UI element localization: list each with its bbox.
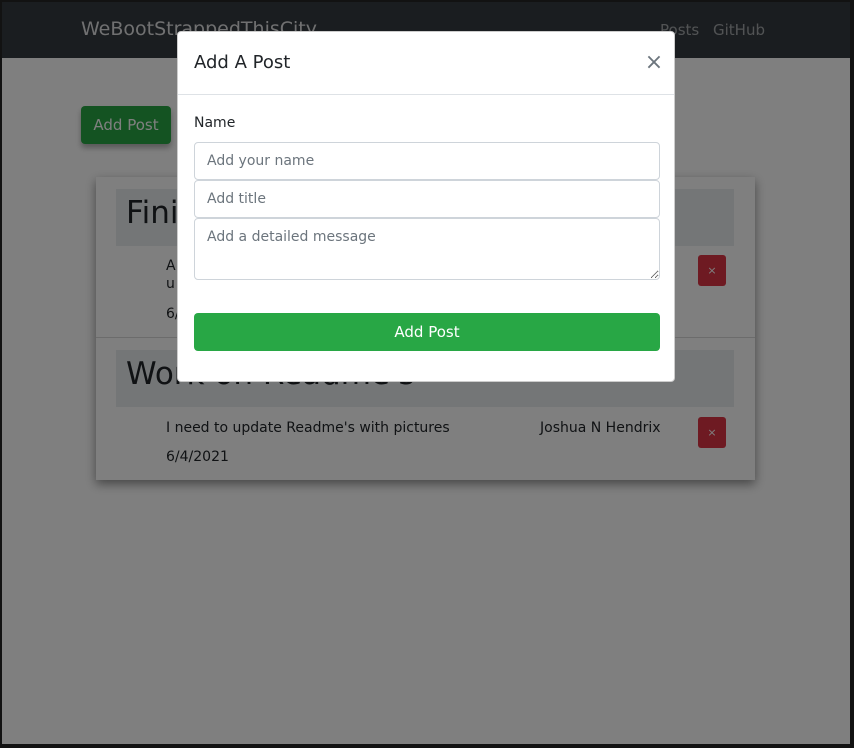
submit-post-button[interactable]: Add Post xyxy=(194,313,660,351)
name-input[interactable] xyxy=(194,142,660,180)
close-icon[interactable]: × xyxy=(643,50,665,76)
title-input[interactable] xyxy=(194,180,660,218)
app-window: WeBootStrappedThisCity Posts GitHub Add … xyxy=(2,2,850,744)
message-textarea[interactable] xyxy=(194,218,660,280)
name-label: Name xyxy=(194,115,236,131)
add-post-modal: Add A Post × Name Add Post xyxy=(177,31,675,382)
modal-title: Add A Post xyxy=(194,52,291,73)
modal-header: Add A Post × xyxy=(178,32,674,95)
